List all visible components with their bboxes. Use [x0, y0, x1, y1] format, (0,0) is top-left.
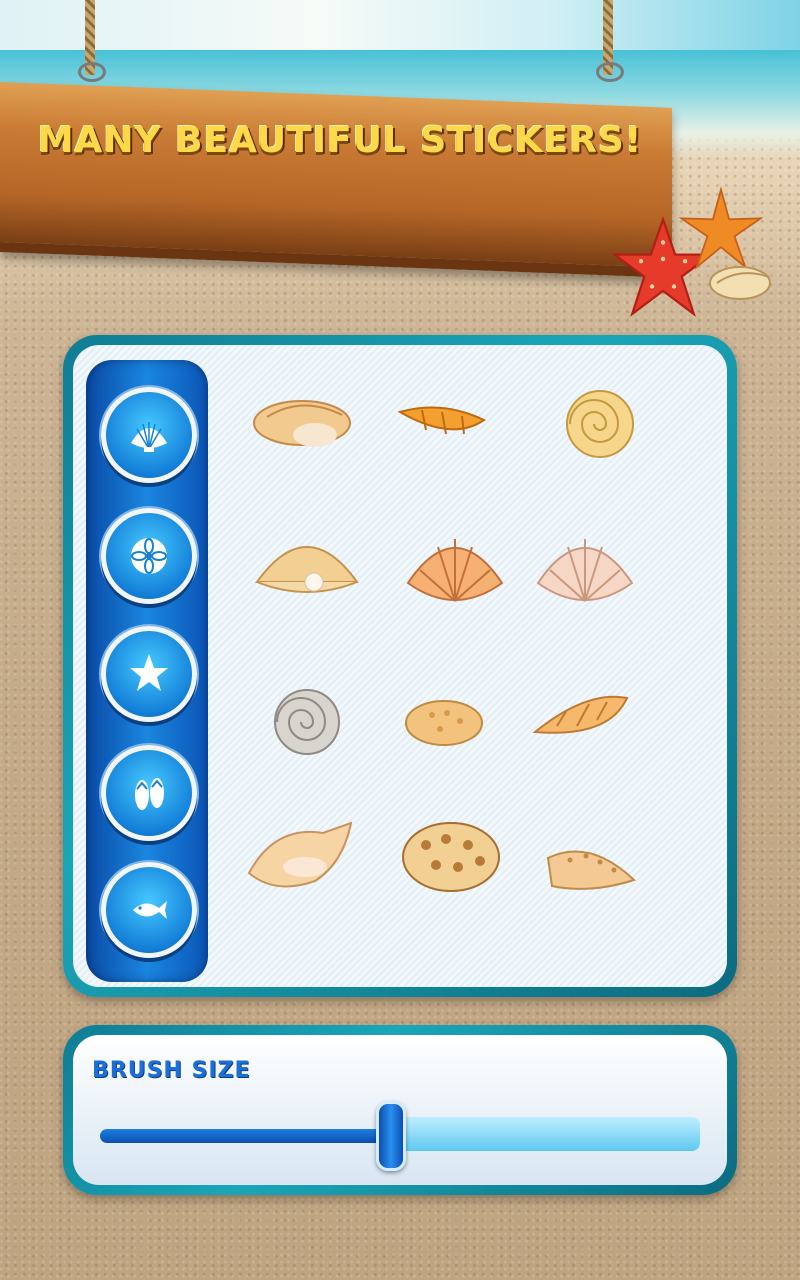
sticker-pink-scallop-shell[interactable]	[530, 525, 640, 605]
flip-flops-icon	[135, 778, 164, 810]
beach-shell-icon	[709, 266, 771, 300]
sticker-cone-shell[interactable]	[527, 680, 637, 760]
banner-title: MANY BEAUTIFUL STICKERS!	[37, 120, 643, 161]
sticker-spiral-shell[interactable]	[392, 390, 502, 470]
sticker-grey-spiral-shell[interactable]	[255, 680, 365, 760]
sticker-nautilus-shell[interactable]	[545, 382, 655, 462]
sticker-pearl-clam-shell[interactable]	[252, 522, 362, 602]
category-fish-button[interactable]	[101, 862, 197, 958]
sticker-conch-shell[interactable]	[247, 385, 357, 465]
sticker-whelk-shell[interactable]	[540, 830, 650, 910]
sticker-orange-scallop-shell[interactable]	[400, 525, 510, 605]
sticker-queen-conch-shell[interactable]	[245, 815, 355, 895]
starfish-icon	[130, 654, 168, 691]
sand-dollar-icon	[131, 538, 167, 574]
sticker-tun-shell[interactable]	[396, 815, 506, 895]
sticker-spotted-cowrie-shell[interactable]	[392, 685, 502, 765]
slider-thumb[interactable]	[376, 1101, 406, 1171]
left-rope-ring	[78, 62, 106, 82]
wooden-sign	[0, 82, 672, 278]
category-starfish-button[interactable]	[101, 626, 197, 722]
category-flip-flops-button[interactable]	[101, 745, 197, 841]
brush-size-label: BRUSH SIZE	[92, 1058, 251, 1083]
fish-icon	[133, 901, 167, 919]
brush-size-slider[interactable]	[100, 1101, 700, 1171]
slider-track-fill	[100, 1129, 388, 1143]
scallop-shell-icon	[131, 422, 167, 452]
category-flower-button[interactable]	[101, 508, 197, 604]
slider-track-empty	[388, 1117, 700, 1151]
right-rope-ring	[596, 62, 624, 82]
category-shells-button[interactable]	[101, 387, 197, 483]
